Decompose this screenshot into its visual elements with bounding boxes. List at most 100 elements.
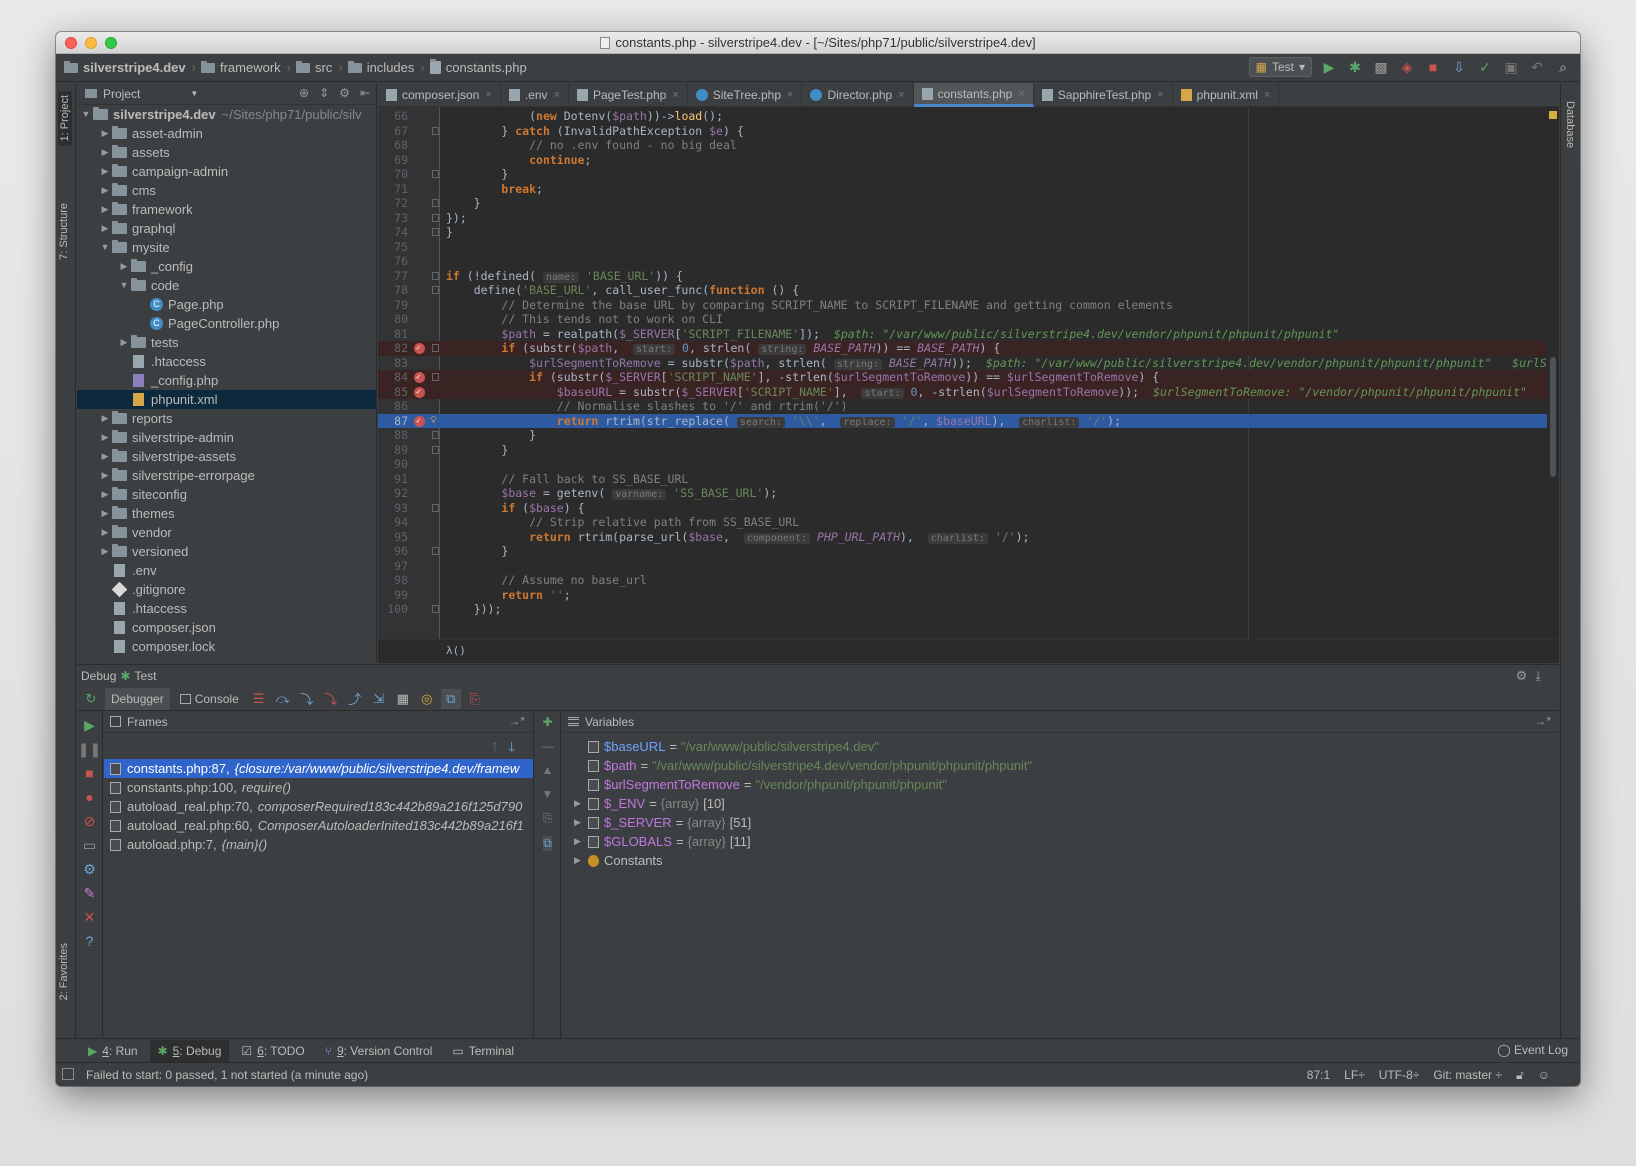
variable-row[interactable]: $path = "/var/www/public/silverstripe4.dev…	[562, 756, 1559, 775]
chevron-right-icon[interactable]: ▶	[117, 257, 131, 276]
fold-marker-icon[interactable]	[432, 228, 439, 236]
chevron-right-icon[interactable]: ▶	[98, 428, 112, 447]
code-line[interactable]: 73});	[378, 211, 1559, 226]
fold-marker-icon[interactable]	[432, 373, 439, 381]
step-over-icon[interactable]: ⤼	[273, 689, 293, 709]
vcs-commit-icon[interactable]: ✓	[1476, 58, 1494, 76]
chevron-right-icon[interactable]: ▶	[98, 504, 112, 523]
layout-icon[interactable]: ⧉	[440, 688, 461, 709]
code-line[interactable]: 78 define('BASE_URL', call_user_func(fun…	[378, 283, 1559, 298]
code-line[interactable]: 88 }	[378, 428, 1559, 443]
vcs-update-icon[interactable]: ⇩	[1450, 58, 1468, 76]
event-log-button[interactable]: ◯ Event Log	[1497, 1043, 1568, 1057]
chevron-right-icon[interactable]: ▶	[574, 813, 588, 832]
pin-icon[interactable]: →*	[1534, 714, 1551, 728]
chevron-down-icon[interactable]: ▼	[190, 89, 198, 98]
code-line[interactable]: 69 continue;	[378, 153, 1559, 168]
code-line[interactable]: 99 return '';	[378, 588, 1559, 603]
debug-config-tab[interactable]: Test	[134, 669, 156, 683]
arrow-down-icon[interactable]: 🡓	[508, 739, 525, 754]
editor-tab[interactable]: constants.php ×	[913, 83, 1034, 107]
chevron-right-icon[interactable]: ▶	[117, 333, 131, 352]
editor-tab[interactable]: SapphireTest.php ×	[1034, 83, 1173, 107]
fold-marker-icon[interactable]	[432, 271, 439, 280]
coverage-icon[interactable]: ▩	[1372, 58, 1390, 76]
breakpoint-icon[interactable]	[414, 370, 425, 385]
chevron-right-icon[interactable]: ▶	[98, 523, 112, 542]
code-line[interactable]: 87💡︎ return rtrim(str_replace( search: '…	[378, 413, 1559, 428]
file-encoding[interactable]: UTF-8÷	[1379, 1068, 1420, 1083]
tree-item[interactable]: ▶ assets	[77, 143, 376, 162]
chevron-right-icon[interactable]: ▶	[98, 162, 112, 181]
show-execution-point-icon[interactable]: ☰	[249, 689, 269, 709]
code-line[interactable]: 85 $baseURL = substr($_SERVER['SCRIPT_NA…	[378, 384, 1559, 399]
tree-item[interactable]: C PageController.php	[77, 314, 376, 333]
fold-marker-icon[interactable]	[432, 170, 439, 178]
tree-item[interactable]: .env	[77, 561, 376, 580]
editor-tab[interactable]: PageTest.php ×	[569, 83, 688, 107]
stop-icon[interactable]: ■	[82, 765, 98, 781]
tab-debugger[interactable]: Debugger	[105, 687, 170, 710]
stack-frame[interactable]: constants.php:100, require()	[104, 778, 533, 797]
step-into-icon[interactable]: ⤵	[297, 689, 317, 709]
project-view-selector[interactable]: Project	[103, 87, 140, 101]
settings-icon[interactable]: ⚙	[82, 861, 98, 877]
tree-item[interactable]: ▶ campaign-admin	[77, 162, 376, 181]
stack-frame[interactable]: constants.php:87, {closure:/var/www/publi…	[104, 759, 533, 778]
close-icon[interactable]: ×	[672, 89, 678, 101]
thread-selector[interactable]: 🡑🡓	[104, 733, 533, 759]
breadcrumb-item[interactable]: silverstripe4.dev	[64, 60, 186, 75]
close-icon[interactable]: ×	[1018, 88, 1024, 100]
resume-icon[interactable]: ▶	[82, 717, 98, 733]
code-line[interactable]: 86 // Normalise slashes to '/' and rtrim…	[378, 399, 1559, 414]
run-to-cursor-icon[interactable]: ⇲	[369, 689, 389, 709]
move-up-icon[interactable]: ▲	[542, 763, 554, 777]
lock-icon[interactable]: 🔓︎	[1516, 1068, 1524, 1083]
chevron-right-icon[interactable]: ▶	[98, 447, 112, 466]
code-line[interactable]: 91 // Fall back to SS_BASE_URL	[378, 472, 1559, 487]
tree-item[interactable]: .htaccess	[77, 599, 376, 618]
hide-icon[interactable]: ⤓	[1535, 668, 1549, 683]
code-line[interactable]: 97	[378, 559, 1559, 574]
editor-tab[interactable]: Director.php ×	[802, 83, 914, 107]
fold-marker-icon[interactable]	[432, 547, 439, 555]
breadcrumb-item[interactable]: framework	[200, 60, 281, 75]
mute-breakpoints-icon[interactable]: ⊘	[82, 813, 98, 829]
tree-item[interactable]: ▶ versioned	[77, 542, 376, 561]
chevron-down-icon[interactable]: ▼	[117, 276, 131, 295]
breakpoint-icon[interactable]	[414, 414, 425, 428]
close-icon[interactable]: ×	[485, 89, 491, 101]
restore-layout-icon[interactable]: ⎘	[465, 689, 485, 709]
variable-row[interactable]: ▶ $_ENV = {array} [10]	[562, 794, 1559, 813]
code-line[interactable]: 95 return rtrim(parse_url($base, compone…	[378, 530, 1559, 545]
move-down-icon[interactable]: ▼	[542, 787, 554, 801]
tree-item[interactable]: ▶ siteconfig	[77, 485, 376, 504]
profile-icon[interactable]: ◈	[1398, 58, 1416, 76]
close-icon[interactable]: ×	[554, 89, 560, 101]
code-line[interactable]: 68 // no .env found - no big deal	[378, 138, 1559, 153]
code-line[interactable]: 82 if (substr($path, start: 0, strlen( s…	[378, 341, 1559, 356]
tree-item[interactable]: ▶ silverstripe-errorpage	[77, 466, 376, 485]
code-line[interactable]: 94 // Strip relative path from SS_BASE_U…	[378, 515, 1559, 530]
copy-icon[interactable]: ⎘	[543, 811, 553, 826]
tree-item[interactable]: ▶ silverstripe-admin	[77, 428, 376, 447]
close-icon[interactable]: ×	[898, 89, 904, 101]
status-toggle-icon[interactable]	[62, 1068, 74, 1080]
stack-frame[interactable]: autoload_real.php:70, composerRequired183…	[104, 797, 533, 816]
gear-icon[interactable]: ⚙	[339, 86, 350, 100]
chevron-right-icon[interactable]: ▶	[98, 466, 112, 485]
breakpoint-icon[interactable]	[414, 385, 425, 399]
code-line[interactable]: 89 }	[378, 443, 1559, 458]
code-line[interactable]: 90	[378, 457, 1559, 472]
tree-item[interactable]: ▶ _config	[77, 257, 376, 276]
line-separator[interactable]: LF÷	[1344, 1068, 1365, 1083]
maximize-window-button[interactable]	[105, 37, 117, 49]
close-icon[interactable]: ×	[1157, 89, 1163, 101]
fold-marker-icon[interactable]	[432, 445, 439, 454]
remove-watch-icon[interactable]: —	[542, 739, 554, 753]
run-icon[interactable]: ▶	[1320, 58, 1338, 76]
code-line[interactable]: 79 // Determine the base URL by comparin…	[378, 298, 1559, 313]
tree-item[interactable]: ▶ cms	[77, 181, 376, 200]
code-line[interactable]: 84 if (substr($_SERVER['SCRIPT_NAME'], -…	[378, 370, 1559, 385]
fold-marker-icon[interactable]	[432, 344, 439, 352]
